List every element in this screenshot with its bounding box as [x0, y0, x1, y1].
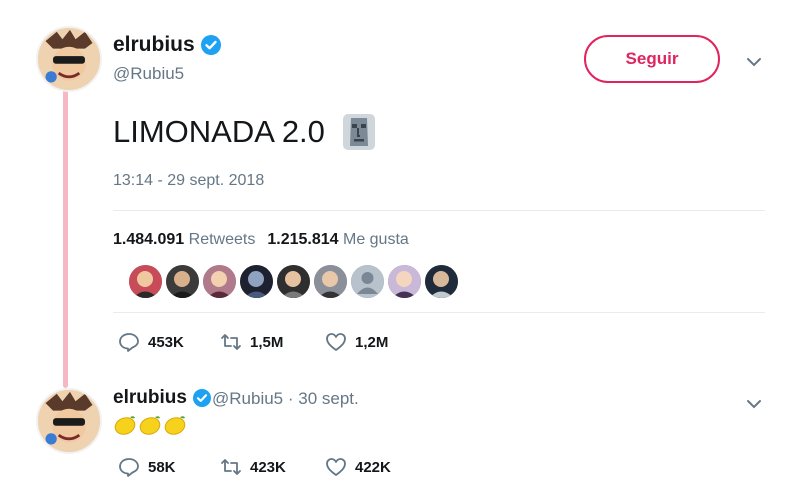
liker-avatar[interactable] — [129, 265, 162, 298]
author-handle[interactable]: @Rubiu5 — [113, 64, 184, 84]
author-name[interactable]: elrubius — [113, 33, 195, 57]
reply-button[interactable]: 453K — [118, 332, 220, 352]
liker-avatar[interactable] — [425, 265, 458, 298]
liker-avatar[interactable] — [166, 265, 199, 298]
verified-badge-icon — [200, 35, 221, 55]
liker-avatar[interactable] — [277, 265, 310, 298]
chevron-down-icon[interactable] — [745, 55, 763, 67]
reply-date[interactable]: · 30 sept. — [288, 389, 359, 408]
reply-count: 58K — [148, 458, 176, 476]
tweet-text: LIMONADA 2.0 — [113, 114, 325, 149]
like-count: 422K — [355, 458, 391, 476]
retweet-icon — [220, 332, 242, 352]
liker-avatar[interactable] — [203, 265, 236, 298]
retweet-button[interactable]: 423K — [220, 457, 325, 477]
reply-count: 453K — [148, 333, 184, 351]
avatar-image — [38, 390, 100, 452]
retweet-icon — [220, 457, 242, 477]
likes-count: 1.215.814 — [267, 231, 339, 248]
chevron-down-icon[interactable] — [745, 397, 763, 409]
tweet-actions: 453K 1,5M 1,2M — [118, 332, 388, 352]
retweet-count: 423K — [250, 458, 286, 476]
like-button[interactable]: 422K — [325, 457, 391, 477]
tweet-text-row: LIMONADA 2.0 — [113, 112, 377, 152]
liker-avatar[interactable] — [388, 265, 421, 298]
avatar[interactable] — [36, 388, 102, 454]
retweets-stat[interactable]: 1.484.091 Retweets — [113, 231, 255, 249]
thread-connector-line — [63, 88, 68, 388]
verified-badge-icon — [192, 389, 211, 407]
lemon-icon — [113, 414, 137, 436]
tweet-timestamp[interactable]: 13:14 - 29 sept. 2018 — [113, 172, 264, 190]
reply-author-handle[interactable]: @Rubiu5 — [212, 389, 283, 408]
author-name-row: elrubius — [113, 33, 221, 57]
reply-actions: 58K 423K 422K — [118, 457, 391, 477]
lemon-icon — [138, 414, 162, 436]
reply-meta: @Rubiu5 · 30 sept. — [212, 389, 359, 409]
liker-avatars — [129, 265, 458, 298]
liker-avatar[interactable] — [240, 265, 273, 298]
likes-label: Me gusta — [342, 231, 409, 248]
reply-author-name[interactable]: elrubius — [113, 387, 187, 409]
follow-button[interactable]: Seguir — [584, 35, 720, 83]
retweets-count: 1.484.091 — [113, 231, 185, 248]
retweet-button[interactable]: 1,5M — [220, 332, 325, 352]
liker-avatar[interactable] — [314, 265, 347, 298]
likes-stat[interactable]: 1.215.814 Me gusta — [267, 231, 408, 249]
like-button[interactable]: 1,2M — [325, 332, 388, 352]
avatar[interactable] — [36, 26, 102, 92]
lemon-icon — [163, 414, 187, 436]
divider — [113, 312, 765, 313]
reply-text — [113, 414, 187, 436]
moai-icon — [341, 112, 377, 152]
avatar-image — [38, 28, 100, 90]
retweet-count: 1,5M — [250, 333, 284, 351]
reply-button[interactable]: 58K — [118, 457, 220, 477]
retweets-label: Retweets — [188, 231, 256, 248]
divider — [113, 210, 765, 211]
reply-icon — [118, 457, 140, 477]
heart-icon — [325, 457, 347, 477]
like-count: 1,2M — [355, 333, 389, 351]
heart-icon — [325, 332, 347, 352]
tweet-stats: 1.484.091 Retweets 1.215.814 Me gusta — [113, 231, 409, 249]
reply-author-name-row: elrubius — [113, 387, 211, 409]
reply-icon — [118, 332, 140, 352]
default-avatar-icon[interactable] — [351, 265, 384, 298]
